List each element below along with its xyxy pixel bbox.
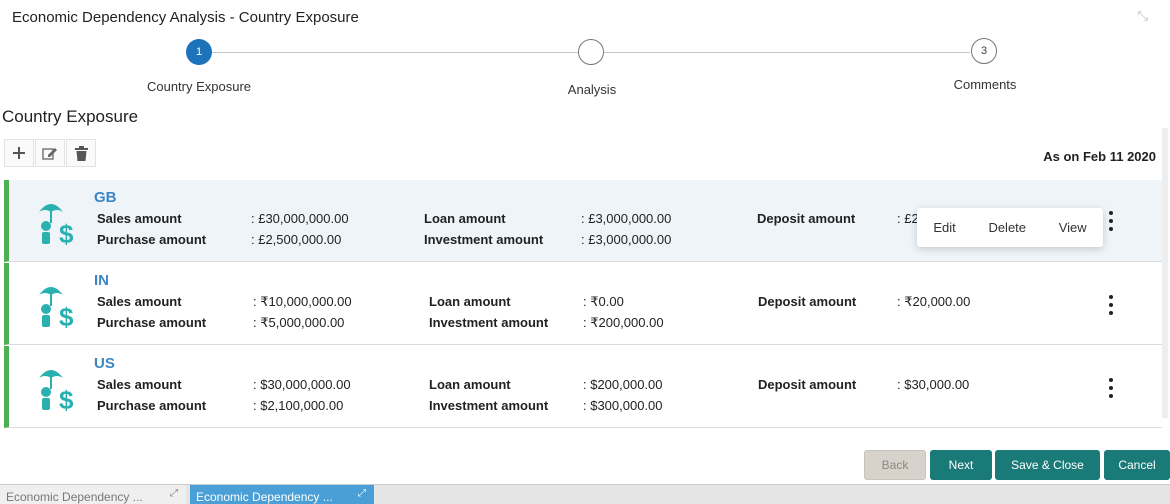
svg-text:$: $ (59, 219, 74, 246)
sales-value: : ₹10,000,000.00 (253, 294, 352, 309)
investment-label: Investment amount (424, 232, 544, 247)
back-button[interactable]: Back (864, 450, 926, 480)
sales-label: Sales amount (97, 377, 182, 392)
money-umbrella-icon: $ (39, 287, 74, 329)
taskbar-tab-label: Economic Dependency ... (6, 490, 143, 504)
step-connector (212, 52, 578, 53)
expand-icon[interactable]: ⤢ (170, 488, 178, 499)
sales-value: : $30,000,000.00 (253, 377, 351, 392)
country-card-us[interactable]: $ US Sales amount : $30,000,000.00 Purch… (4, 346, 1162, 428)
taskbar-tab[interactable]: Economic Dependency ... ⤢ (0, 485, 186, 504)
step-1-label[interactable]: Country Exposure (147, 79, 251, 94)
svg-text:$: $ (59, 302, 74, 329)
sales-label: Sales amount (97, 211, 182, 226)
as-of-date: As on Feb 11 2020 (1043, 149, 1156, 164)
taskbar-tab-label: Economic Dependency ... (196, 490, 333, 504)
edit-icon (42, 148, 57, 160)
loan-label: Loan amount (424, 211, 506, 226)
purchase-label: Purchase amount (97, 398, 207, 413)
deposit-value: : £2 (897, 211, 919, 226)
step-connector (604, 52, 970, 53)
purchase-value: : ₹5,000,000.00 (253, 315, 345, 330)
deposit-label: Deposit amount (757, 211, 856, 226)
purchase-value: : $2,100,000.00 (253, 398, 344, 413)
cancel-button[interactable]: Cancel (1104, 450, 1170, 480)
menu-item-view[interactable]: View (1059, 220, 1087, 235)
loan-value: : $200,000.00 (583, 377, 663, 392)
more-actions-icon[interactable] (1106, 211, 1116, 231)
country-card-in[interactable]: $ IN Sales amount : ₹10,000,000.00 Purch… (4, 263, 1162, 345)
svg-text:$: $ (59, 385, 74, 412)
step-1-indicator[interactable]: 1 (186, 39, 212, 65)
grid-toolbar (4, 139, 97, 167)
plus-icon (13, 147, 25, 159)
purchase-label: Purchase amount (97, 315, 207, 330)
money-umbrella-icon: $ (39, 204, 74, 246)
loan-value: : £3,000,000.00 (581, 211, 672, 226)
loan-label: Loan amount (429, 294, 511, 309)
investment-label: Investment amount (429, 315, 549, 330)
trash-icon (74, 145, 88, 161)
delete-button[interactable] (66, 139, 96, 167)
window-taskbar: Economic Dependency ... ⤢ Economic Depen… (0, 484, 1170, 504)
more-actions-icon[interactable] (1106, 378, 1116, 398)
deposit-label: Deposit amount (758, 377, 857, 392)
country-code[interactable]: IN (94, 272, 109, 289)
sales-label: Sales amount (97, 294, 182, 309)
vertical-scrollbar[interactable] (1162, 128, 1168, 418)
expand-icon[interactable]: ⤢ (358, 488, 366, 499)
investment-value: : £3,000,000.00 (581, 232, 672, 247)
money-umbrella-icon: $ (39, 370, 74, 412)
deposit-value: : $30,000.00 (897, 377, 970, 392)
taskbar-tab-active[interactable]: Economic Dependency ... ⤢ (190, 485, 374, 504)
country-code[interactable]: GB (94, 189, 117, 206)
purchase-label: Purchase amount (97, 232, 207, 247)
menu-item-edit[interactable]: Edit (933, 220, 955, 235)
deposit-label: Deposit amount (758, 294, 857, 309)
more-actions-icon[interactable] (1106, 295, 1116, 315)
step-3-label[interactable]: Comments (954, 77, 1017, 92)
investment-value: : $300,000.00 (583, 398, 663, 413)
loan-value: : ₹0.00 (583, 294, 624, 309)
purchase-value: : £2,500,000.00 (251, 232, 342, 247)
country-code[interactable]: US (94, 355, 115, 372)
investment-label: Investment amount (429, 398, 549, 413)
card-context-menu: Edit Delete View (917, 208, 1103, 247)
sales-value: : £30,000,000.00 (251, 211, 349, 226)
window-titlebar: Economic Dependency Analysis - Country E… (0, 0, 1170, 36)
save-close-button[interactable]: Save & Close (995, 450, 1100, 480)
wizard-footer: Back Next Save & Close Cancel (0, 448, 1170, 482)
step-2-indicator[interactable] (578, 39, 604, 65)
next-button[interactable]: Next (930, 450, 992, 480)
section-title: Country Exposure (2, 107, 139, 126)
menu-item-delete[interactable]: Delete (988, 220, 1026, 235)
loan-label: Loan amount (429, 377, 511, 392)
edit-button[interactable] (35, 139, 65, 167)
maximize-icon[interactable]: ⤡ (1138, 8, 1148, 24)
window-title: Economic Dependency Analysis - Country E… (12, 9, 359, 26)
wizard-stepper: 1 3 Country Exposure Analysis Comments (0, 36, 1170, 102)
investment-value: : ₹200,000.00 (583, 315, 664, 330)
step-3-indicator[interactable]: 3 (971, 38, 997, 64)
deposit-value: : ₹20,000.00 (897, 294, 971, 309)
add-button[interactable] (4, 139, 34, 167)
step-2-label[interactable]: Analysis (568, 82, 616, 97)
